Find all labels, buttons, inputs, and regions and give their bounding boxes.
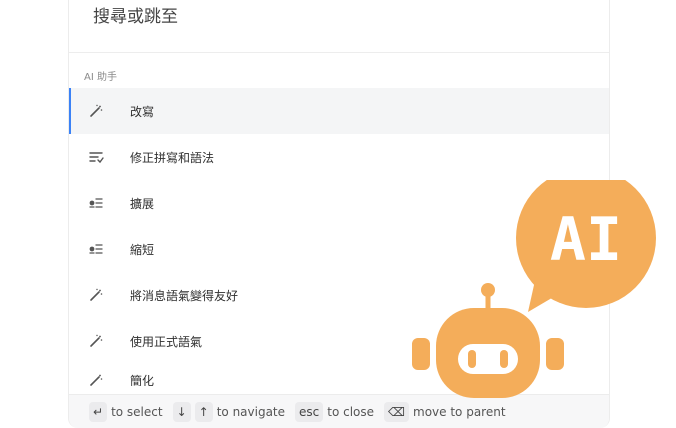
arrow-up-key-icon: ↑ xyxy=(194,401,213,422)
backspace-key-icon: ⌫ xyxy=(384,401,410,422)
ai-badge-text: AI xyxy=(550,205,622,275)
hint-select: to select xyxy=(111,404,163,419)
menu-item-label: 縮短 xyxy=(130,242,155,257)
menu-item-label: 改寫 xyxy=(130,104,155,119)
menu-item-label: 擴展 xyxy=(130,196,155,211)
menu-item-label: 將消息語氣變得友好 xyxy=(130,288,239,303)
search-bar xyxy=(69,0,609,53)
ai-robot-badge: AI xyxy=(412,168,660,408)
esc-key: esc xyxy=(295,401,324,422)
arrow-down-key-icon: ↓ xyxy=(172,401,191,422)
text-correct-icon xyxy=(88,149,104,165)
hint-close: to close xyxy=(327,404,375,419)
magic-wand-icon xyxy=(88,287,104,303)
menu-item-label: 簡化 xyxy=(130,374,155,386)
ai-speech-bubble-icon: AI xyxy=(516,168,656,312)
hint-navigate: to navigate xyxy=(216,404,286,419)
search-input[interactable] xyxy=(93,3,513,31)
magic-wand-icon xyxy=(88,103,104,119)
menu-item-label: 使用正式語氣 xyxy=(130,334,203,349)
menu-item-label: 修正拼寫和語法 xyxy=(130,150,215,165)
magic-wand-icon xyxy=(88,372,104,386)
section-title: AI 助手 xyxy=(84,72,117,83)
magic-wand-icon xyxy=(88,333,104,349)
shorten-text-icon xyxy=(88,241,104,257)
menu-item-rewrite[interactable]: 改寫 xyxy=(69,88,609,134)
menu-item-fix-spelling[interactable]: 修正拼寫和語法 xyxy=(69,134,609,180)
expand-text-icon xyxy=(88,195,104,211)
enter-key-icon: ↵ xyxy=(89,401,108,422)
